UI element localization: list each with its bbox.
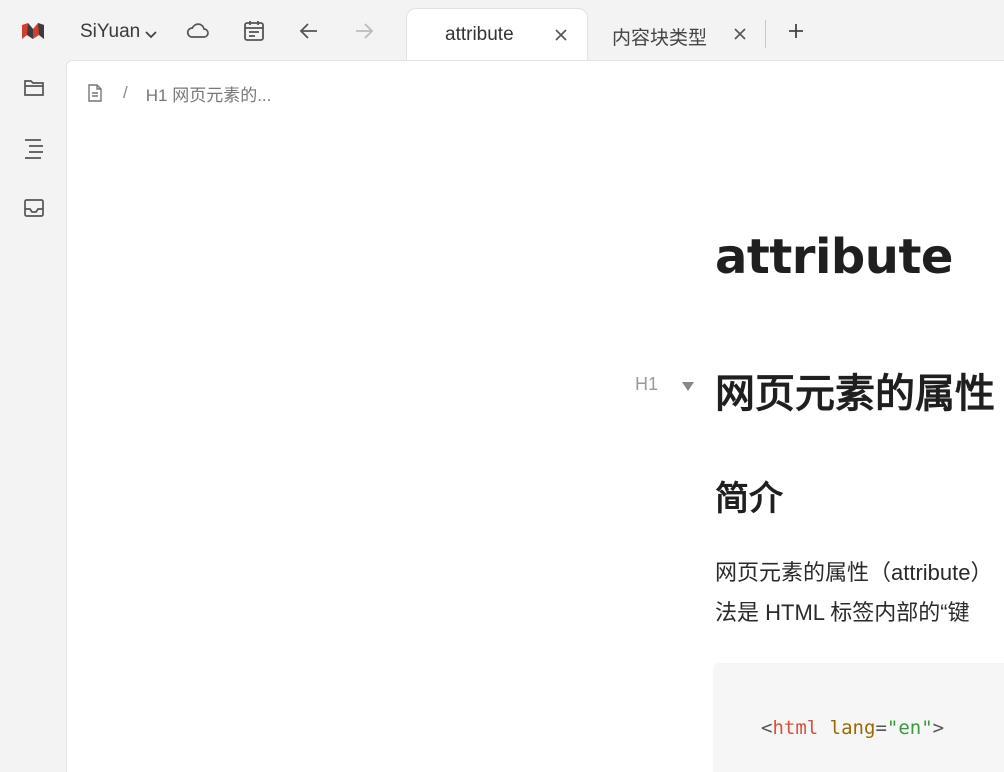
editor-panel: / H1 网页元素的... attribute H1 网页元素的属性 简介 网页…: [66, 60, 1004, 772]
workspace-name: SiYuan: [80, 21, 141, 42]
code-value: "en": [886, 717, 933, 739]
arrow-right-icon[interactable]: [348, 15, 380, 47]
top-bar: SiYuan attribute 内容块类型: [0, 0, 1004, 60]
arrow-left-icon[interactable]: [293, 15, 325, 47]
code-attr: lang: [829, 717, 876, 739]
heading-1[interactable]: 网页元素的属性: [715, 361, 995, 419]
tab-divider: [765, 20, 766, 48]
breadcrumb-item[interactable]: H1 网页元素的...: [146, 81, 272, 106]
code-punct: <: [761, 717, 773, 739]
code-eq: =: [875, 717, 887, 739]
heading-2[interactable]: 简介: [715, 471, 783, 520]
code-punct: >: [932, 717, 945, 739]
tab-attribute[interactable]: attribute: [406, 8, 588, 60]
paragraph-line: 法是 HTML 标签内部的“键: [715, 600, 970, 625]
inbox-icon[interactable]: [18, 192, 50, 224]
document-title[interactable]: attribute: [715, 229, 953, 285]
folder-icon[interactable]: [18, 72, 50, 104]
calendar-icon[interactable]: [238, 15, 270, 47]
workspace-menu[interactable]: SiYuan: [72, 18, 166, 46]
cloud-icon[interactable]: [182, 15, 214, 47]
paragraph-line: 网页元素的属性（attribute）: [715, 560, 993, 585]
plus-icon[interactable]: [780, 15, 812, 47]
close-icon[interactable]: [552, 26, 570, 44]
block-type-label[interactable]: H1: [635, 374, 658, 395]
code-block[interactable]: <html lang="en">: [713, 663, 1004, 772]
code-line: <html lang="en">: [761, 717, 944, 739]
close-icon[interactable]: [731, 25, 749, 43]
breadcrumb: / H1 网页元素的...: [87, 81, 271, 105]
breadcrumb-separator: /: [123, 83, 128, 102]
tab-label: 内容块类型: [612, 28, 708, 49]
code-tag: html: [772, 717, 819, 739]
tab-label: attribute: [445, 24, 514, 45]
paragraph[interactable]: 网页元素的属性（attribute） 法是 HTML 标签内部的“键: [715, 553, 993, 633]
outline-icon[interactable]: [18, 132, 50, 164]
left-dock: [0, 60, 66, 772]
document-icon[interactable]: [87, 84, 105, 102]
tab-block-types[interactable]: 内容块类型: [602, 8, 762, 60]
siyuan-logo-icon[interactable]: [18, 18, 48, 44]
fold-arrow-icon[interactable]: [681, 379, 695, 391]
chevron-down-icon: [144, 25, 158, 39]
